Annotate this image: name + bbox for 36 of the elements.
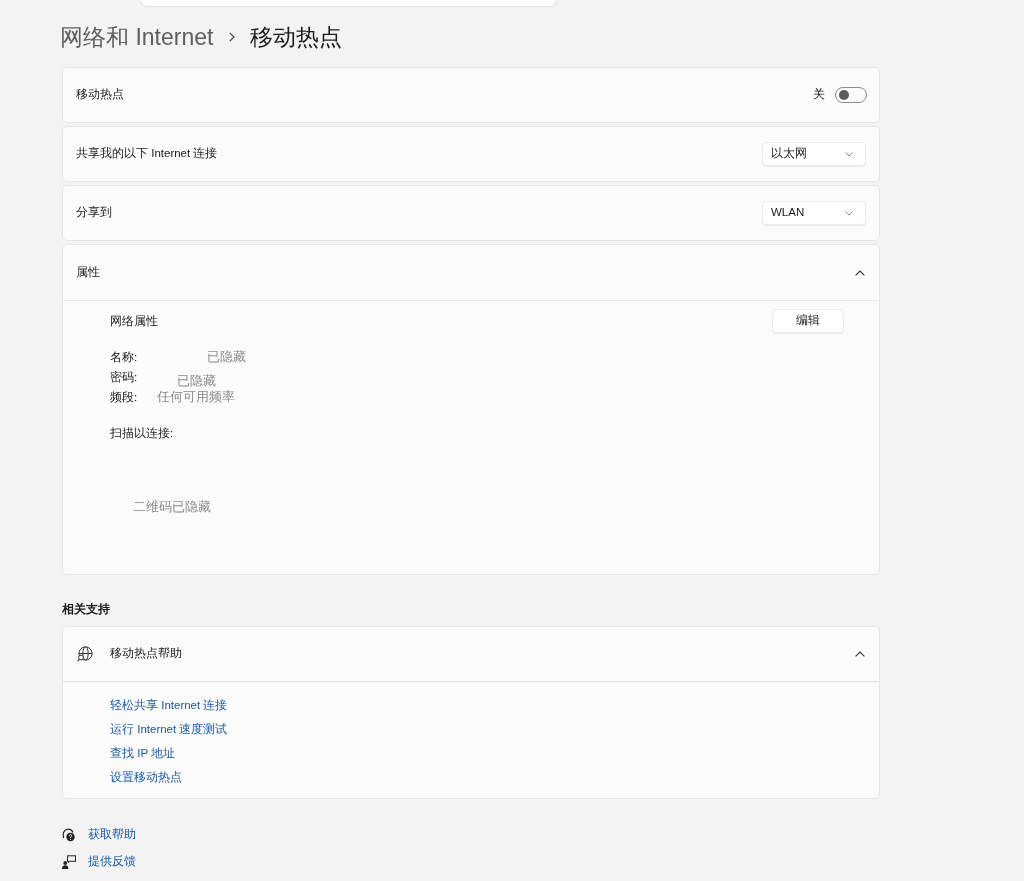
help-link[interactable]: 运行 Internet 速度测试: [110, 717, 228, 741]
property-value: 已隐藏: [177, 372, 216, 390]
chevron-up-icon[interactable]: [855, 269, 865, 276]
toggle-state-label: 关: [813, 87, 825, 103]
help-link[interactable]: 设置移动热点: [110, 765, 182, 789]
person-speech-bubble-icon: [62, 855, 76, 869]
setting-label: 属性: [76, 264, 100, 280]
help-link[interactable]: 轻松共享 Internet 连接: [110, 693, 228, 717]
property-label: 频段:: [110, 390, 139, 405]
dropdown[interactable]: 以太网: [762, 142, 866, 166]
property-value: 任何可用频率: [157, 388, 235, 406]
section-heading: 相关支持: [62, 601, 110, 618]
edit-button[interactable]: 编辑: [772, 309, 844, 333]
chevron-down-icon: [845, 210, 853, 216]
chevron-up-icon[interactable]: [855, 651, 865, 657]
breadcrumb-link[interactable]: 网络和 Internet: [60, 21, 214, 53]
search-field[interactable]: [140, 0, 557, 7]
help-title: 移动热点帮助: [110, 646, 183, 662]
qr-hidden-text: 二维码已隐藏: [133, 498, 211, 516]
chevron-down-icon: [845, 151, 853, 157]
page-title: 移动热点: [250, 23, 343, 52]
section-title: 网络属性: [110, 314, 158, 329]
footer-link[interactable]: 获取帮助: [88, 826, 136, 844]
globe-search-icon: [77, 646, 93, 662]
property-label: 名称:: [110, 350, 139, 365]
setting-label: 分享到: [76, 205, 112, 221]
help-link[interactable]: 查找 IP 地址: [110, 741, 176, 765]
property-label: 密码:: [110, 370, 139, 385]
property-value: 已隐藏: [207, 348, 246, 366]
footer-link[interactable]: 提供反馈: [88, 853, 136, 871]
chevron-right-icon: [229, 32, 236, 42]
setting-label: 共享我的以下 Internet 连接: [76, 146, 218, 162]
scan-label: 扫描以连接:: [110, 426, 174, 441]
setting-label: 移动热点: [76, 87, 124, 103]
dropdown[interactable]: WLAN: [762, 201, 866, 225]
help-icon: [62, 828, 76, 842]
